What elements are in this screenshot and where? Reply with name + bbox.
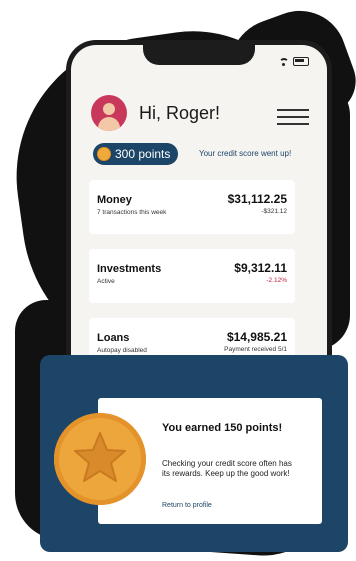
reward-title: You earned 150 points! xyxy=(162,422,283,434)
account-card-money[interactable]: Money 7 transactions this week $31,112.2… xyxy=(89,180,295,234)
battery-icon xyxy=(293,57,309,66)
account-amount: $31,112.25 xyxy=(227,192,287,206)
account-title: Investments xyxy=(97,263,162,275)
points-badge[interactable]: 300 points xyxy=(93,143,179,165)
wifi-icon xyxy=(279,57,289,66)
credit-score-link[interactable]: Your credit score went up! xyxy=(199,149,291,158)
greeting-text: Hi, Roger! xyxy=(139,102,221,123)
account-subtitle: Autopay disabled xyxy=(97,347,147,354)
account-amount: $9,312.11 xyxy=(234,261,287,275)
phone-notch xyxy=(143,45,255,65)
menu-icon[interactable] xyxy=(277,109,309,130)
avatar[interactable] xyxy=(91,95,127,131)
phone-frame: Hi, Roger! 300 points Your credit score … xyxy=(66,40,332,385)
account-delta: -$321.12 xyxy=(261,208,287,215)
account-title: Money xyxy=(97,194,132,206)
account-card-investments[interactable]: Investments Active $9,312.11 -2.12% xyxy=(89,249,295,303)
return-to-profile-link[interactable]: Return to profile xyxy=(162,502,212,509)
status-bar xyxy=(279,57,309,66)
points-label: 300 points xyxy=(115,147,171,161)
account-delta: -2.12% xyxy=(266,277,287,284)
star-coin-icon xyxy=(54,413,146,505)
account-amount: $14,985.21 xyxy=(226,330,287,344)
account-title: Loans xyxy=(97,332,130,344)
account-subtitle: Active xyxy=(97,278,115,285)
account-delta: Payment received 5/1 xyxy=(224,346,287,353)
coin-icon xyxy=(97,147,111,161)
greeting-header: Hi, Roger! xyxy=(91,95,220,131)
reward-text: Checking your credit score often has its… xyxy=(162,459,292,478)
account-subtitle: 7 transactions this week xyxy=(97,209,167,216)
